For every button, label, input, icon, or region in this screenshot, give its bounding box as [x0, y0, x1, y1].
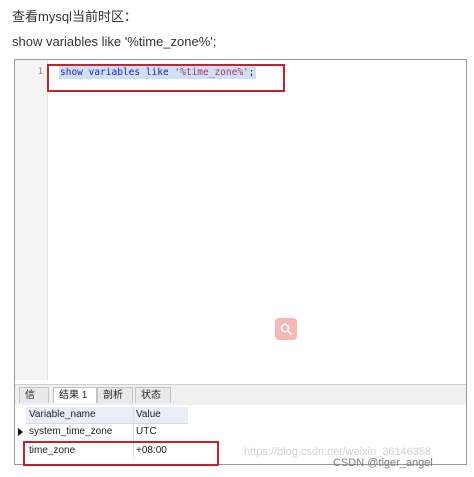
column-header-value[interactable]: Value [136, 407, 186, 423]
table-cell-variable-name[interactable]: system_time_zone [29, 424, 133, 440]
navicat-query-window: 1 show variables like '%time_zone%'; 信息 … [14, 59, 467, 466]
tab-profile[interactable]: 剖析 [97, 387, 133, 403]
row-pointer-icon [18, 428, 23, 436]
result-tab-strip: 信息 结果 1 剖析 状态 [15, 384, 466, 417]
table-cell-value[interactable]: UTC [136, 424, 186, 440]
csdn-author-watermark: CSDN @tiger_angel [333, 457, 433, 469]
column-header-variable-name[interactable]: Variable_name [29, 407, 133, 423]
tab-status[interactable]: 状态 [135, 387, 171, 403]
query-highlight-box [47, 64, 285, 92]
line-number: 1 [37, 67, 43, 77]
search-icon [275, 318, 297, 340]
line-number-gutter: 1 [15, 60, 48, 380]
article-heading: 查看mysql当前时区： [12, 9, 137, 24]
tab-info[interactable]: 信息 [19, 387, 49, 417]
query-editor[interactable]: 1 show variables like '%time_zone%'; [15, 60, 466, 380]
article-command: show variables like '%time_zone%'; [12, 34, 217, 49]
tab-result-1[interactable]: 结果 1 [53, 387, 97, 403]
row-highlight-box [23, 441, 219, 466]
